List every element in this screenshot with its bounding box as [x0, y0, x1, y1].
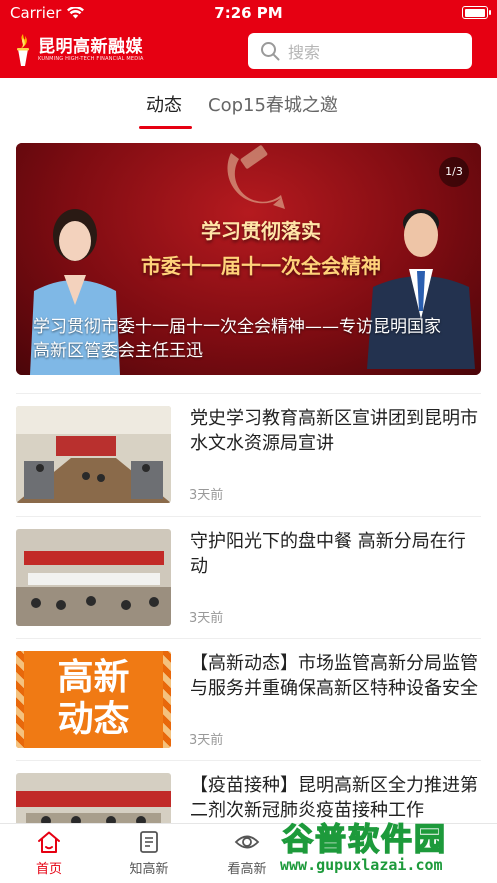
banner-page-counter: 1/3	[439, 157, 469, 187]
document-icon	[140, 831, 158, 853]
logo-title: 昆明高新融媒	[38, 37, 143, 57]
tabbar-zhigaoxin[interactable]: 知高新	[109, 830, 189, 877]
search-input[interactable]: 搜索	[248, 33, 472, 69]
banner-slogan-line2: 市委十一届十一次全会精神	[141, 254, 381, 278]
tabbar-kangaoxin-label: 看高新	[227, 862, 267, 877]
banner-carousel[interactable]: 学习贯彻落实 市委十一届十一次全会精神 1/3 学习贯彻市委十一届十一次全会精神…	[16, 143, 481, 375]
news-thumbnail	[16, 406, 171, 503]
news-time: 3天前	[189, 733, 224, 748]
tabbar-zhigaoxin-label: 知高新	[129, 862, 169, 877]
news-title: 【高新动态】市场监管高新分局监管与服务并重确保高新区特种设备安全	[190, 653, 478, 699]
search-placeholder: 搜索	[288, 43, 321, 62]
tab-dongtai[interactable]: 动态	[146, 92, 182, 120]
battery-icon	[462, 6, 491, 19]
logo-subtitle: KUNMING HIGH-TECH FINANCIAL MEDIA	[38, 56, 144, 62]
home-icon	[38, 831, 60, 853]
banner-caption: 学习贯彻市委十一届十一次全会精神——专访昆明国家高新区管委会主任王迅	[33, 317, 441, 361]
watermark-url: www.gupuxlazai.com	[280, 856, 443, 874]
search-icon	[261, 42, 280, 61]
thumb-text-line1: 高新	[57, 657, 130, 698]
news-title: 党史学习教育高新区宣讲团到昆明市水文水资源局宣讲	[190, 408, 478, 454]
tabbar-home[interactable]: 首页	[9, 830, 89, 877]
news-item[interactable]: 高新 动态 【高新动态】市场监管高新分局监管与服务并重确保高新区特种设备安全 3…	[16, 639, 481, 760]
app-header: Carrier 7:26 PM 昆明高新融媒 KUNMING HIGH-TECH…	[0, 0, 497, 78]
eye-icon	[234, 835, 260, 849]
meeting-room-photo	[16, 406, 171, 503]
app-logo: 昆明高新融媒 KUNMING HIGH-TECH FINANCIAL MEDIA	[12, 30, 152, 70]
tabbar-home-label: 首页	[35, 862, 62, 877]
tab-cop15[interactable]: Cop15春城之邀	[208, 92, 338, 120]
news-thumbnail	[16, 529, 171, 626]
banner-slogan-line1: 学习贯彻落实	[201, 219, 321, 243]
thumb-text-line2: 动态	[57, 699, 130, 740]
status-time: 7:26 PM	[214, 4, 283, 22]
news-time: 3天前	[189, 488, 224, 503]
app-screen: Carrier 7:26 PM 昆明高新融媒 KUNMING HIGH-TECH…	[0, 0, 497, 883]
category-tabs: 动态 Cop15春城之邀	[0, 92, 497, 130]
tab-active-indicator	[139, 126, 192, 129]
torch-logo-icon	[17, 34, 29, 66]
news-time: 3天前	[189, 611, 224, 626]
news-item[interactable]: 党史学习教育高新区宣讲团到昆明市水文水资源局宣讲 3天前	[16, 394, 481, 515]
banner-emblem-icon	[227, 145, 285, 209]
news-thumbnail: 高新 动态	[16, 651, 171, 748]
news-item[interactable]: 守护阳光下的盘中餐 高新分局在行动 3天前	[16, 517, 481, 638]
news-title: 守护阳光下的盘中餐 高新分局在行动	[190, 531, 466, 577]
banner-slogan: 学习贯彻落实 市委十一届十一次全会精神	[111, 215, 411, 279]
conference-photo	[16, 529, 171, 626]
watermark: 谷普软件园 www.gupuxlazai.com	[268, 812, 497, 883]
watermark-title: 谷普软件园	[281, 821, 447, 859]
status-bar: Carrier 7:26 PM	[0, 0, 497, 26]
